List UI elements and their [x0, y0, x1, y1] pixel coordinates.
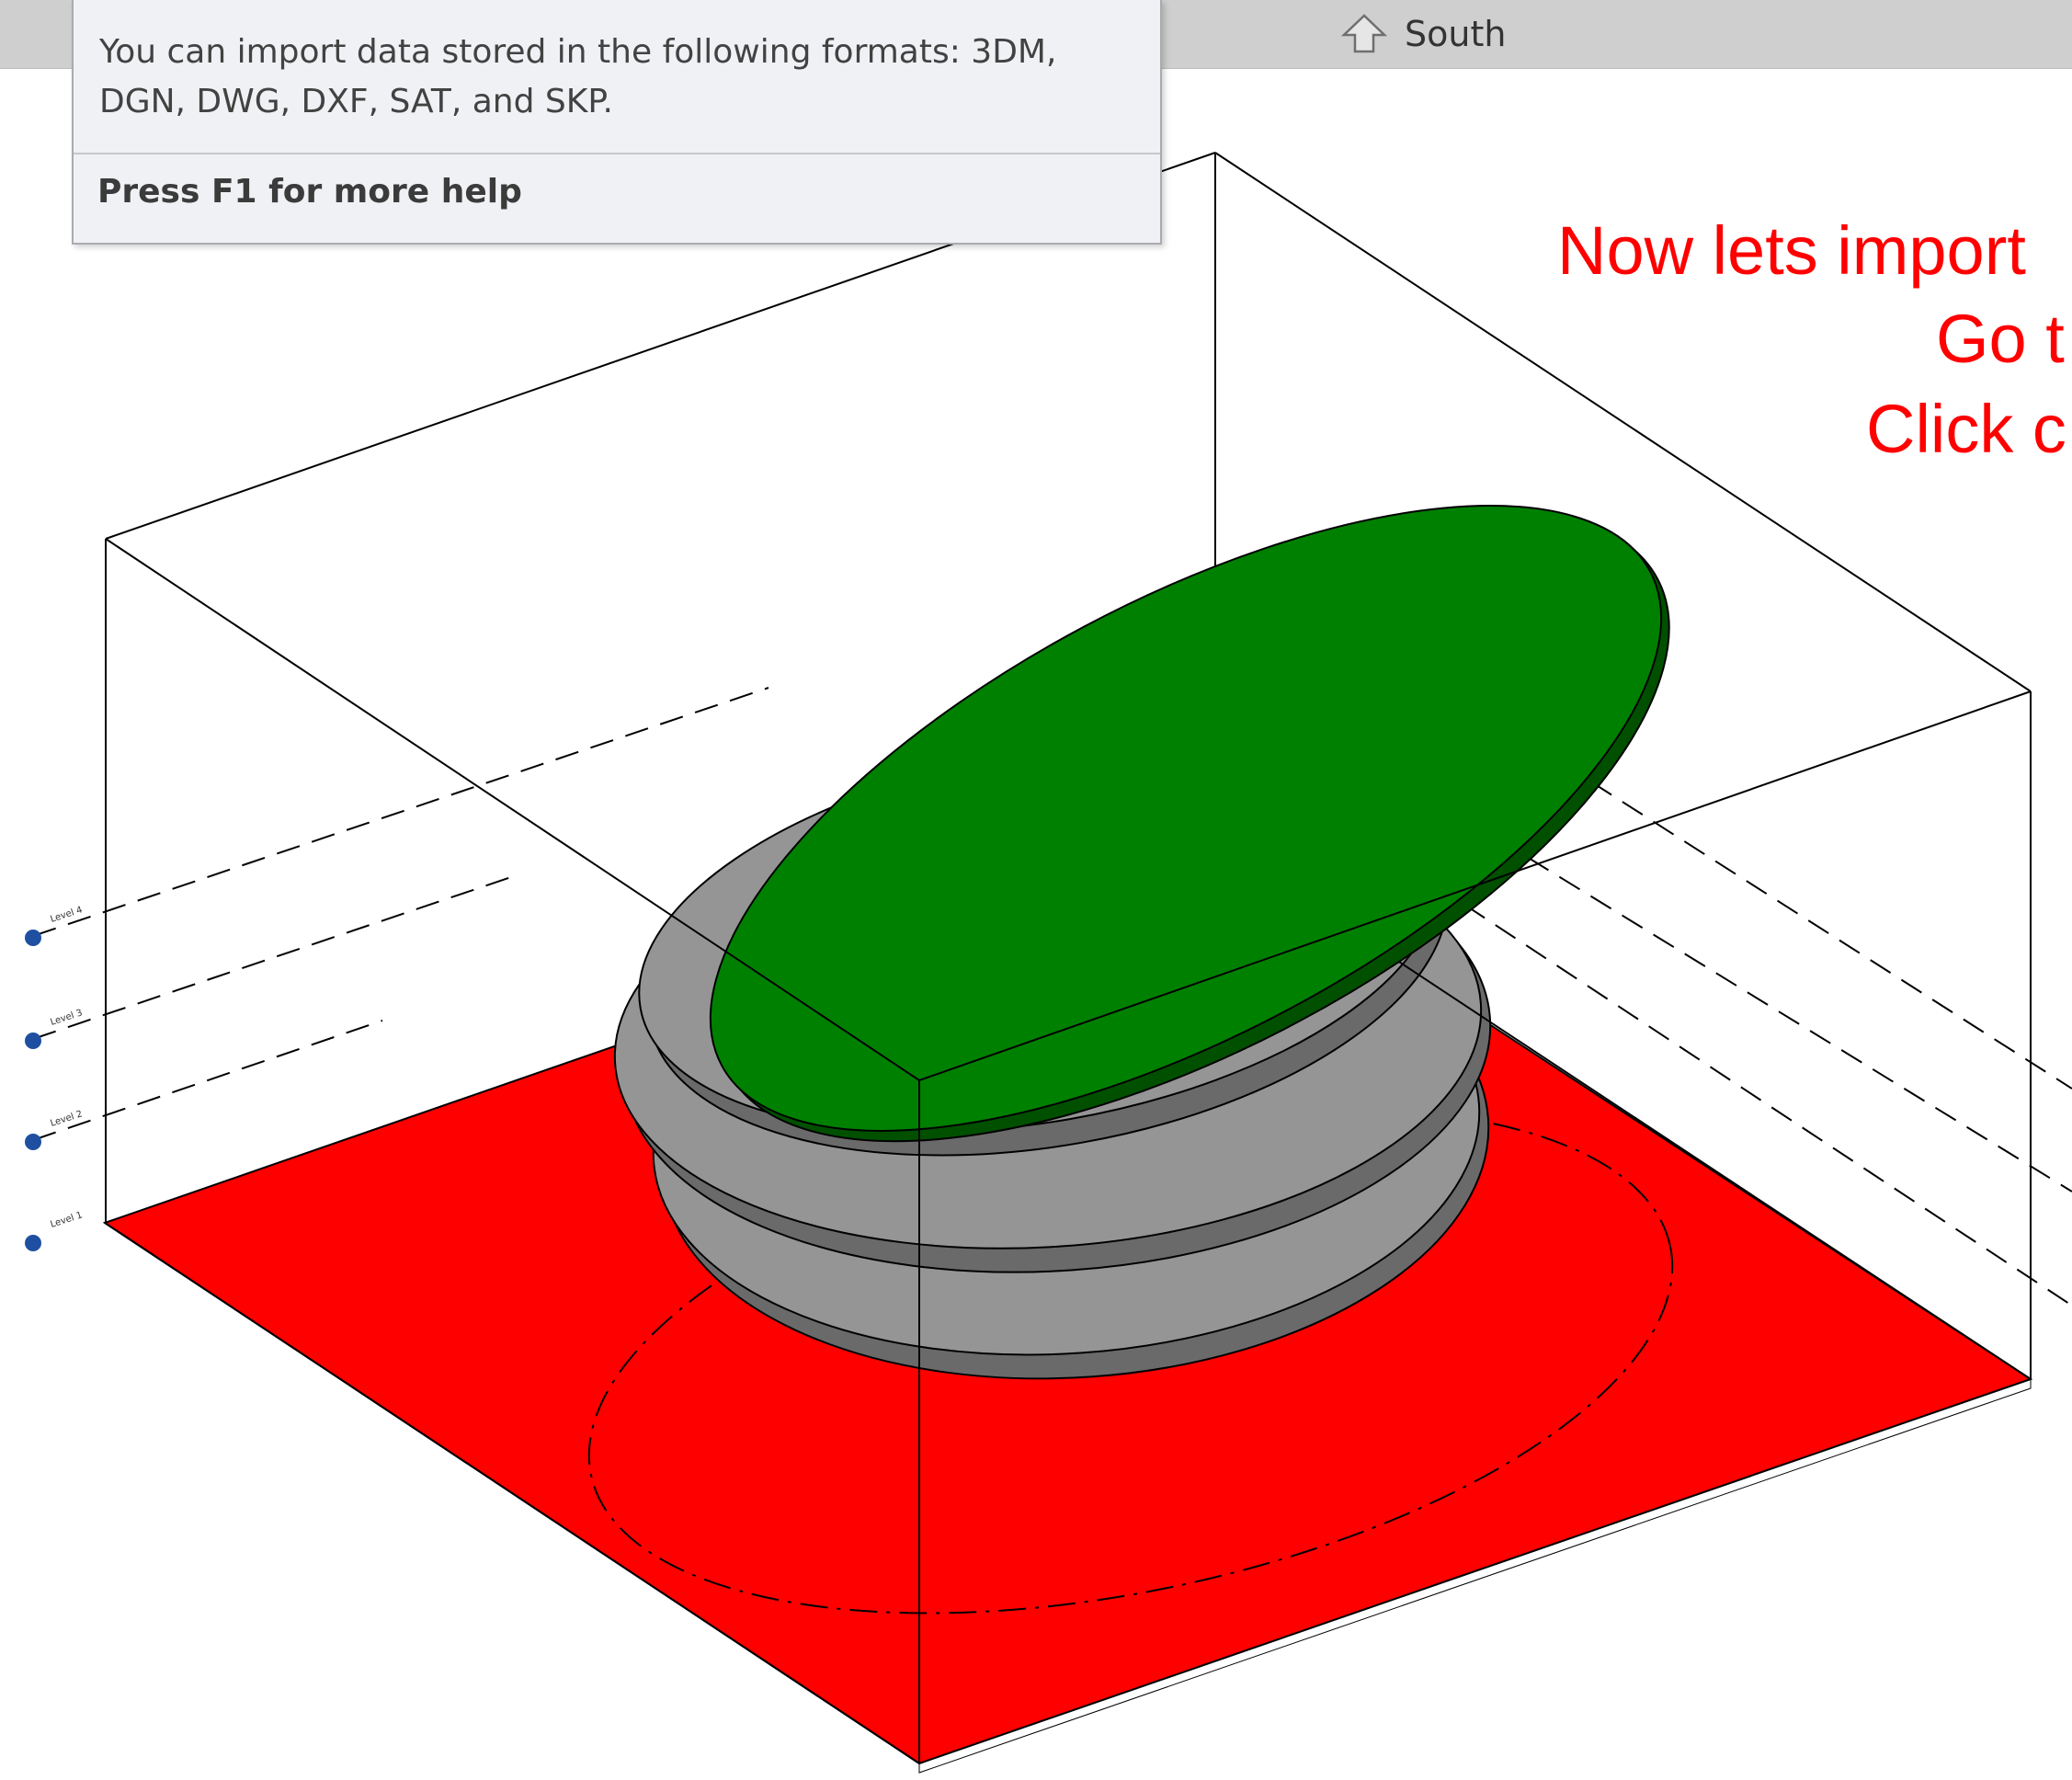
tooltip: You can import data stored in the follow… — [72, 0, 1162, 245]
level-head-2[interactable]: Level 2 — [25, 1109, 84, 1150]
level-head-3[interactable]: Level 3 — [25, 1008, 84, 1049]
annotation-line: Go t — [1936, 301, 2065, 377]
3d-viewport[interactable]: Level 4 Level 3 Level 2 Level 1 South Yo… — [0, 0, 2072, 1780]
level-head-1[interactable]: Level 1 — [25, 1210, 84, 1251]
level-head-marker-icon — [25, 1235, 41, 1251]
level-head-marker-icon — [25, 1134, 41, 1150]
home-icon — [1340, 14, 1388, 53]
tooltip-help-text: Press F1 for more help — [97, 173, 522, 211]
tooltip-divider — [74, 153, 1160, 154]
svg-text:Level 1: Level 1 — [50, 1210, 85, 1230]
svg-text:Level 4: Level 4 — [50, 905, 85, 925]
tooltip-description: You can import data stored in the follow… — [99, 33, 1057, 120]
svg-text:Level 3: Level 3 — [50, 1008, 85, 1028]
annotation-line: Now lets import — [1557, 212, 2026, 289]
level-head-marker-icon — [25, 930, 41, 946]
annotation-line: Click c — [1866, 391, 2066, 467]
level-head-marker-icon — [25, 1033, 41, 1049]
level-head-4[interactable]: Level 4 — [25, 905, 84, 946]
view-tab-south[interactable]: South — [1340, 11, 1506, 57]
view-tab-label: South — [1405, 14, 1507, 54]
svg-text:Level 2: Level 2 — [50, 1109, 85, 1129]
